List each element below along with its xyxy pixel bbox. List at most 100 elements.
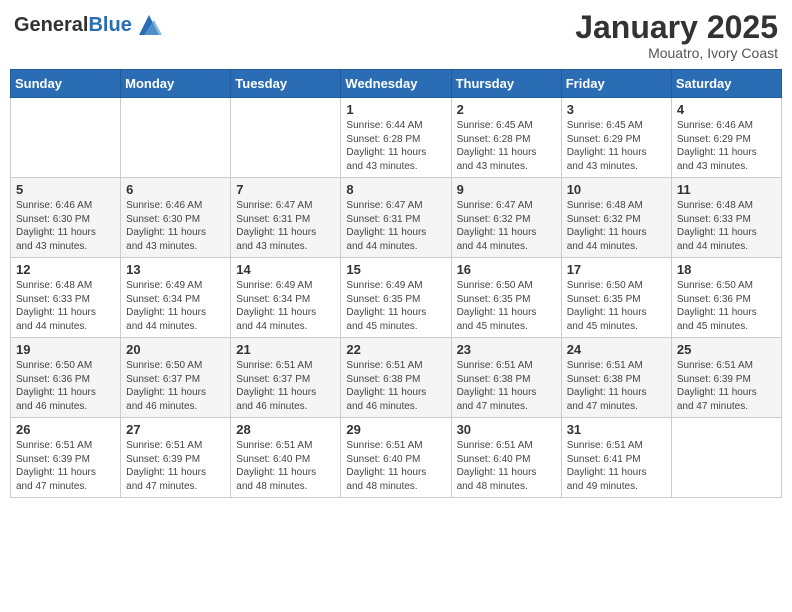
day-info: Sunrise: 6:51 AM Sunset: 6:40 PM Dayligh… bbox=[346, 439, 445, 493]
calendar-cell: 6Sunrise: 6:46 AM Sunset: 6:30 PM Daylig… bbox=[121, 178, 231, 258]
day-number: 23 bbox=[457, 342, 556, 357]
calendar-cell: 21 Sunrise: 6:51 AM Sunset: 6:37 PM Dayli… bbox=[231, 338, 341, 418]
calendar-cell: 13 Sunrise: 6:49 AM Sunset: 6:34 PM Dayli… bbox=[121, 258, 231, 338]
day-number: 7 bbox=[236, 182, 335, 197]
day-info: Sunrise: 6:44 AM Sunset: 6:28 PM Dayligh… bbox=[346, 119, 445, 173]
day-number: 6 bbox=[126, 182, 225, 197]
day-info: Sunrise: 6:50 AM Sunset: 6:35 PM Dayligh… bbox=[457, 279, 556, 333]
day-info: Sunrise: 6:51 AM Sunset: 6:41 PM Dayligh… bbox=[567, 439, 666, 493]
day-number: 25 bbox=[677, 342, 776, 357]
day-info: Sunrise: 6:50 AM Sunset: 6:36 PM Dayligh… bbox=[16, 359, 115, 413]
day-number: 8 bbox=[346, 182, 445, 197]
day-info: Sunrise: 6:48 AM Sunset: 6:33 PM Dayligh… bbox=[677, 199, 776, 253]
day-info: Sunrise: 6:51 AM Sunset: 6:39 PM Dayligh… bbox=[126, 439, 225, 493]
day-number: 12 bbox=[16, 262, 115, 277]
calendar-week-row: 5Sunrise: 6:46 AM Sunset: 6:30 PM Daylig… bbox=[11, 178, 782, 258]
day-info: Sunrise: 6:49 AM Sunset: 6:34 PM Dayligh… bbox=[126, 279, 225, 333]
day-info: Sunrise: 6:51 AM Sunset: 6:38 PM Dayligh… bbox=[346, 359, 445, 413]
calendar-table: SundayMondayTuesdayWednesdayThursdayFrid… bbox=[10, 69, 782, 498]
day-number: 26 bbox=[16, 422, 115, 437]
day-info: Sunrise: 6:46 AM Sunset: 6:30 PM Dayligh… bbox=[16, 199, 115, 253]
calendar-cell: 23 Sunrise: 6:51 AM Sunset: 6:38 PM Dayli… bbox=[451, 338, 561, 418]
calendar-weekday-friday: Friday bbox=[561, 70, 671, 98]
calendar-weekday-sunday: Sunday bbox=[11, 70, 121, 98]
day-info: Sunrise: 6:50 AM Sunset: 6:37 PM Dayligh… bbox=[126, 359, 225, 413]
day-number: 4 bbox=[677, 102, 776, 117]
calendar-cell: 28 Sunrise: 6:51 AM Sunset: 6:40 PM Dayli… bbox=[231, 418, 341, 498]
calendar-cell: 3 Sunrise: 6:45 AM Sunset: 6:29 PM Daylig… bbox=[561, 98, 671, 178]
title-block: January 2025 Mouatro, Ivory Coast bbox=[575, 10, 778, 61]
calendar-header-row: SundayMondayTuesdayWednesdayThursdayFrid… bbox=[11, 70, 782, 98]
calendar-cell: 17Sunrise: 6:50 AM Sunset: 6:35 PM Dayli… bbox=[561, 258, 671, 338]
calendar-cell: 4 Sunrise: 6:46 AM Sunset: 6:29 PM Daylig… bbox=[671, 98, 781, 178]
calendar-week-row: 1Sunrise: 6:44 AM Sunset: 6:28 PM Daylig… bbox=[11, 98, 782, 178]
calendar-cell: 9Sunrise: 6:47 AM Sunset: 6:32 PM Daylig… bbox=[451, 178, 561, 258]
calendar-cell: 25 Sunrise: 6:51 AM Sunset: 6:39 PM Dayli… bbox=[671, 338, 781, 418]
day-info: Sunrise: 6:51 AM Sunset: 6:39 PM Dayligh… bbox=[677, 359, 776, 413]
calendar-week-row: 26 Sunrise: 6:51 AM Sunset: 6:39 PM Dayli… bbox=[11, 418, 782, 498]
calendar-cell: 18 Sunrise: 6:50 AM Sunset: 6:36 PM Dayli… bbox=[671, 258, 781, 338]
month-title: January 2025 bbox=[575, 10, 778, 45]
day-info: Sunrise: 6:47 AM Sunset: 6:31 PM Dayligh… bbox=[236, 199, 335, 253]
calendar-cell bbox=[11, 98, 121, 178]
calendar-cell: 2Sunrise: 6:45 AM Sunset: 6:28 PM Daylig… bbox=[451, 98, 561, 178]
day-info: Sunrise: 6:51 AM Sunset: 6:39 PM Dayligh… bbox=[16, 439, 115, 493]
calendar-cell: 30 Sunrise: 6:51 AM Sunset: 6:40 PM Dayli… bbox=[451, 418, 561, 498]
logo-blue-text: Blue bbox=[88, 14, 131, 36]
calendar-cell: 16Sunrise: 6:50 AM Sunset: 6:35 PM Dayli… bbox=[451, 258, 561, 338]
calendar-week-row: 12 Sunrise: 6:48 AM Sunset: 6:33 PM Dayli… bbox=[11, 258, 782, 338]
day-number: 10 bbox=[567, 182, 666, 197]
calendar-weekday-wednesday: Wednesday bbox=[341, 70, 451, 98]
calendar-weekday-tuesday: Tuesday bbox=[231, 70, 341, 98]
page-header: GeneralBlue January 2025 Mouatro, Ivory … bbox=[10, 10, 782, 61]
day-info: Sunrise: 6:50 AM Sunset: 6:36 PM Dayligh… bbox=[677, 279, 776, 333]
logo-icon bbox=[134, 10, 164, 40]
calendar-weekday-thursday: Thursday bbox=[451, 70, 561, 98]
calendar-cell: 7 Sunrise: 6:47 AM Sunset: 6:31 PM Daylig… bbox=[231, 178, 341, 258]
day-number: 21 bbox=[236, 342, 335, 357]
logo-general-text: General bbox=[14, 14, 88, 36]
logo: GeneralBlue bbox=[14, 10, 164, 40]
calendar-cell: 15Sunrise: 6:49 AM Sunset: 6:35 PM Dayli… bbox=[341, 258, 451, 338]
calendar-week-row: 19 Sunrise: 6:50 AM Sunset: 6:36 PM Dayli… bbox=[11, 338, 782, 418]
day-info: Sunrise: 6:47 AM Sunset: 6:32 PM Dayligh… bbox=[457, 199, 556, 253]
day-number: 18 bbox=[677, 262, 776, 277]
day-info: Sunrise: 6:45 AM Sunset: 6:29 PM Dayligh… bbox=[567, 119, 666, 173]
calendar-cell: 29 Sunrise: 6:51 AM Sunset: 6:40 PM Dayli… bbox=[341, 418, 451, 498]
day-number: 17 bbox=[567, 262, 666, 277]
day-info: Sunrise: 6:48 AM Sunset: 6:33 PM Dayligh… bbox=[16, 279, 115, 333]
day-number: 24 bbox=[567, 342, 666, 357]
day-info: Sunrise: 6:51 AM Sunset: 6:40 PM Dayligh… bbox=[236, 439, 335, 493]
calendar-cell: 10 Sunrise: 6:48 AM Sunset: 6:32 PM Dayli… bbox=[561, 178, 671, 258]
calendar-cell: 27 Sunrise: 6:51 AM Sunset: 6:39 PM Dayli… bbox=[121, 418, 231, 498]
day-number: 19 bbox=[16, 342, 115, 357]
calendar-cell: 5Sunrise: 6:46 AM Sunset: 6:30 PM Daylig… bbox=[11, 178, 121, 258]
day-number: 3 bbox=[567, 102, 666, 117]
calendar-cell: 24 Sunrise: 6:51 AM Sunset: 6:38 PM Dayli… bbox=[561, 338, 671, 418]
day-info: Sunrise: 6:51 AM Sunset: 6:38 PM Dayligh… bbox=[457, 359, 556, 413]
day-number: 30 bbox=[457, 422, 556, 437]
calendar-cell: 8 Sunrise: 6:47 AM Sunset: 6:31 PM Daylig… bbox=[341, 178, 451, 258]
calendar-cell: 20Sunrise: 6:50 AM Sunset: 6:37 PM Dayli… bbox=[121, 338, 231, 418]
day-info: Sunrise: 6:51 AM Sunset: 6:40 PM Dayligh… bbox=[457, 439, 556, 493]
day-number: 29 bbox=[346, 422, 445, 437]
calendar-cell: 26 Sunrise: 6:51 AM Sunset: 6:39 PM Dayli… bbox=[11, 418, 121, 498]
day-number: 28 bbox=[236, 422, 335, 437]
calendar-cell bbox=[671, 418, 781, 498]
day-number: 11 bbox=[677, 182, 776, 197]
calendar-weekday-saturday: Saturday bbox=[671, 70, 781, 98]
day-info: Sunrise: 6:51 AM Sunset: 6:38 PM Dayligh… bbox=[567, 359, 666, 413]
day-number: 27 bbox=[126, 422, 225, 437]
day-info: Sunrise: 6:49 AM Sunset: 6:34 PM Dayligh… bbox=[236, 279, 335, 333]
calendar-cell: 12 Sunrise: 6:48 AM Sunset: 6:33 PM Dayli… bbox=[11, 258, 121, 338]
calendar-cell: 1Sunrise: 6:44 AM Sunset: 6:28 PM Daylig… bbox=[341, 98, 451, 178]
day-info: Sunrise: 6:46 AM Sunset: 6:29 PM Dayligh… bbox=[677, 119, 776, 173]
calendar-cell: 19 Sunrise: 6:50 AM Sunset: 6:36 PM Dayli… bbox=[11, 338, 121, 418]
day-info: Sunrise: 6:47 AM Sunset: 6:31 PM Dayligh… bbox=[346, 199, 445, 253]
day-info: Sunrise: 6:51 AM Sunset: 6:37 PM Dayligh… bbox=[236, 359, 335, 413]
day-info: Sunrise: 6:48 AM Sunset: 6:32 PM Dayligh… bbox=[567, 199, 666, 253]
day-number: 31 bbox=[567, 422, 666, 437]
calendar-weekday-monday: Monday bbox=[121, 70, 231, 98]
day-number: 13 bbox=[126, 262, 225, 277]
day-number: 22 bbox=[346, 342, 445, 357]
